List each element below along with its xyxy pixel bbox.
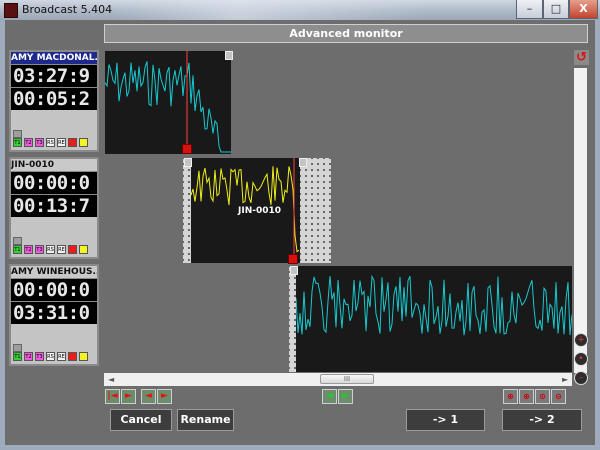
tag-rs[interactable]: RS	[46, 352, 55, 361]
zoom-in-small-icon[interactable]: ⊕	[519, 389, 534, 404]
tag-red[interactable]	[68, 352, 77, 361]
vertical-scrollbar[interactable]	[574, 68, 587, 373]
track-end-handle[interactable]	[225, 51, 233, 60]
tag-yellow[interactable]	[79, 138, 88, 147]
tag-t1[interactable]: T1	[13, 138, 22, 147]
panel-title: Advanced monitor	[104, 24, 588, 43]
track-3-waveform[interactable]	[296, 266, 572, 372]
tag-red[interactable]	[68, 245, 77, 254]
cancel-button[interactable]: Cancel	[110, 409, 172, 431]
channel-controls: T1 T2 T3 RS RE	[11, 217, 97, 257]
clock-time-elapsed: 00:00:0	[11, 279, 97, 301]
tag-row: T1 T2 T3 RS RE	[13, 352, 88, 362]
zoom-out-vertical-icon[interactable]: –	[574, 371, 588, 385]
track-2-waveform[interactable]: JIN-0010	[191, 158, 300, 263]
step-forward-icon[interactable]: ►	[157, 389, 172, 404]
track-start-handle[interactable]	[290, 266, 298, 275]
step-back-icon[interactable]: ◄	[141, 389, 156, 404]
clock-time-elapsed: 00:00:0	[11, 172, 97, 194]
minimize-button[interactable]: –	[516, 0, 543, 19]
horizontal-scrollbar[interactable]: ◄ III ►	[104, 373, 572, 386]
rename-button[interactable]: Rename	[177, 409, 234, 431]
track-2-pad-left	[183, 158, 191, 263]
channel-controls: T1 T2 T3 RS RE	[11, 110, 97, 150]
channel-panel-3: AMY WINEHOUS... 00:00:0 03:31:0 T1 T2 T3…	[9, 264, 99, 366]
channel-panel-2: JIN-0010 00:00:0 00:13:7 T1 T2 T3 RS RE	[9, 157, 99, 259]
close-button[interactable]: X	[569, 0, 598, 19]
tag-t1[interactable]: T1	[13, 245, 22, 254]
clock-time-remaining: 00:05:2	[11, 88, 97, 110]
channel-name[interactable]: JIN-0010	[11, 159, 97, 171]
tag-t2[interactable]: T2	[24, 138, 33, 147]
track-end-handle[interactable]	[299, 158, 307, 167]
nudge-right-icon[interactable]: ►	[338, 389, 353, 404]
tag-row: T1 T2 T3 RS RE	[13, 245, 88, 255]
undo-icon[interactable]: ↺	[574, 50, 589, 65]
tag-re[interactable]: RE	[57, 352, 66, 361]
tag-t1[interactable]: T1	[13, 352, 22, 361]
tag-row: T1 T2 T3 RS RE	[13, 138, 88, 148]
waveform-line	[105, 61, 231, 153]
tag-t3[interactable]: T3	[35, 138, 44, 147]
tag-t2[interactable]: T2	[24, 245, 33, 254]
play-icon[interactable]: ►	[121, 389, 136, 404]
tag-yellow[interactable]	[79, 352, 88, 361]
tag-t2[interactable]: T2	[24, 352, 33, 361]
channel-name[interactable]: AMY WINEHOUS...	[11, 266, 97, 278]
track-2-pad-right	[300, 158, 331, 263]
tag-yellow[interactable]	[79, 245, 88, 254]
tag-t3[interactable]: T3	[35, 245, 44, 254]
zoom-out-icon[interactable]: ⊖	[551, 389, 566, 404]
title-bar: Broadcast 5.404 – □ X	[0, 0, 600, 20]
skip-back-icon[interactable]: |◄	[105, 389, 120, 404]
send-to-2-button[interactable]: -> 2	[502, 409, 582, 431]
scroll-thumb[interactable]: III	[320, 374, 374, 384]
zoom-reset-vertical-icon[interactable]: •	[574, 352, 588, 366]
nudge-left-icon[interactable]: ◄	[322, 389, 337, 404]
zoom-in-vertical-icon[interactable]: +	[574, 333, 588, 347]
clock-time-remaining: 03:31:0	[11, 302, 97, 324]
clock-time-remaining: 00:13:7	[11, 195, 97, 217]
waveform-graph	[296, 274, 572, 336]
mini-button[interactable]	[13, 237, 22, 245]
waveform-graph	[105, 51, 231, 154]
tag-rs[interactable]: RS	[46, 245, 55, 254]
channel-panel-1: AMY MACDONAL... 03:27:9 00:05:2 T1 T2 T3…	[9, 50, 99, 152]
tag-re[interactable]: RE	[57, 245, 66, 254]
track-label: JIN-0010	[238, 206, 282, 216]
mini-button[interactable]	[13, 344, 22, 352]
tag-rs[interactable]: RS	[46, 138, 55, 147]
track-1-waveform[interactable]	[105, 51, 231, 154]
tag-red[interactable]	[68, 138, 77, 147]
zoom-fit-icon[interactable]: ⊙	[535, 389, 550, 404]
tag-t3[interactable]: T3	[35, 352, 44, 361]
channel-controls: T1 T2 T3 RS RE	[11, 324, 97, 364]
window-title: Broadcast 5.404	[22, 3, 113, 16]
tag-re[interactable]: RE	[57, 138, 66, 147]
scroll-left-arrow-icon[interactable]: ◄	[108, 375, 114, 384]
track-3-pad-left	[289, 266, 296, 372]
waveform-line	[296, 274, 572, 336]
clock-time-elapsed: 03:27:9	[11, 65, 97, 87]
maximize-button[interactable]: □	[543, 0, 569, 19]
playhead-handle[interactable]	[182, 144, 192, 154]
track-start-handle[interactable]	[184, 158, 192, 167]
title-bar-glass	[110, 0, 430, 20]
zoom-in-icon[interactable]: ⊕	[503, 389, 518, 404]
send-to-1-button[interactable]: -> 1	[406, 409, 485, 431]
playhead-handle[interactable]	[288, 254, 298, 264]
app-icon	[4, 3, 18, 18]
mini-button[interactable]	[13, 130, 22, 138]
channel-name[interactable]: AMY MACDONAL...	[11, 52, 97, 64]
scroll-right-arrow-icon[interactable]: ►	[562, 375, 568, 384]
